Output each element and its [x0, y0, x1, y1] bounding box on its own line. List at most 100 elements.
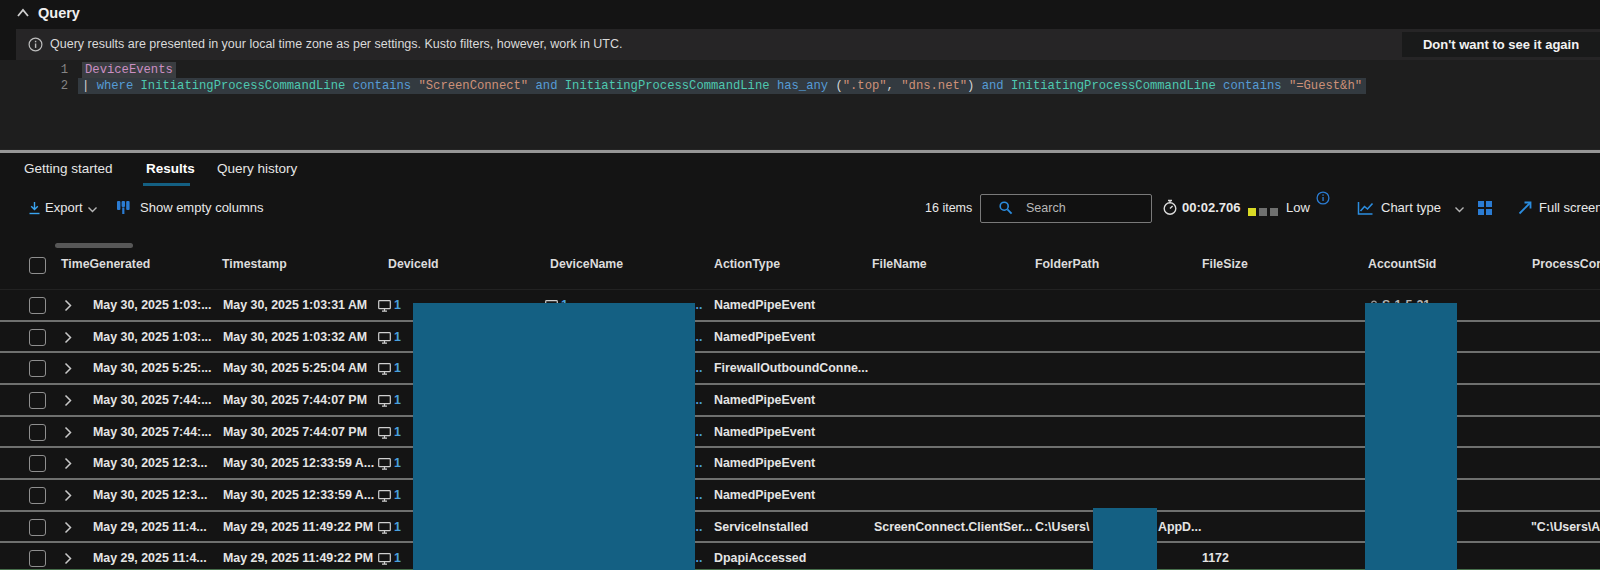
column-header-folderpath[interactable]: FolderPath	[1035, 257, 1099, 271]
active-tab-underline	[143, 183, 190, 186]
cell-timestamp: May 30, 2025 7:44:07 PM	[223, 425, 367, 439]
cell-process-command: "C:\Users\A	[1531, 520, 1600, 534]
row-checkbox[interactable]	[29, 329, 46, 346]
cell-device-id: 1	[394, 330, 401, 344]
table-row[interactable]: May 29, 2025 11:4... May 29, 2025 11:49:2…	[0, 512, 1600, 544]
cell-timestamp: May 30, 2025 12:33:59 A...	[223, 488, 374, 502]
row-expand-chevron-icon[interactable]	[64, 552, 73, 565]
query-duration: 00:02.706	[1182, 200, 1241, 215]
chart-type-chevron-icon[interactable]	[1454, 206, 1465, 213]
editor-line-number: 1	[0, 62, 68, 78]
resource-usage-label: Low	[1286, 200, 1310, 215]
chart-type-button[interactable]: Chart type	[1381, 200, 1441, 215]
cell-action-type: NamedPipeEvent	[714, 393, 815, 407]
row-checkbox[interactable]	[29, 424, 46, 441]
row-expand-chevron-icon[interactable]	[64, 457, 73, 470]
column-header-filesize[interactable]: FileSize	[1202, 257, 1248, 271]
resource-usage-block-2	[1259, 208, 1267, 216]
full-screen-button[interactable]: Full screen	[1539, 200, 1600, 215]
cell-time-generated: May 30, 2025 1:03:...	[93, 330, 211, 344]
row-expand-chevron-icon[interactable]	[64, 489, 73, 502]
select-all-checkbox[interactable]	[29, 257, 46, 274]
query-editor[interactable]: 1DeviceEvents2| where InitiatingProcessC…	[0, 60, 1600, 149]
cell-folder-path-suffix: AppD...	[1158, 520, 1201, 534]
row-checkbox[interactable]	[29, 297, 46, 314]
cell-device-id: 1	[394, 551, 401, 565]
column-header-timestamp[interactable]: Timestamp	[222, 257, 287, 271]
row-expand-chevron-icon[interactable]	[64, 426, 73, 439]
query-section-title: Query	[38, 5, 80, 21]
items-count: 16 items	[925, 201, 972, 215]
row-checkbox[interactable]	[29, 487, 46, 504]
cell-time-generated: May 30, 2025 7:44:...	[93, 393, 211, 407]
table-row[interactable]: May 30, 2025 12:3... May 30, 2025 12:33:5…	[0, 448, 1600, 480]
cell-timestamp: May 30, 2025 7:44:07 PM	[223, 393, 367, 407]
info-icon	[28, 37, 43, 52]
cell-action-type: DpapiAccessed	[714, 551, 806, 565]
row-expand-chevron-icon[interactable]	[64, 299, 73, 312]
cell-timestamp: May 30, 2025 5:25:04 AM	[223, 361, 367, 375]
resource-usage-block-1	[1248, 208, 1256, 216]
table-row[interactable]: May 30, 2025 1:03:...May 30, 2025 1:03:3…	[0, 290, 1600, 322]
cell-timestamp: May 29, 2025 11:49:22 PM	[223, 520, 373, 534]
full-screen-icon	[1517, 200, 1533, 216]
row-checkbox[interactable]	[29, 455, 46, 472]
device-icon	[378, 553, 391, 565]
cell-timestamp: May 30, 2025 12:33:59 A...	[223, 456, 374, 470]
cell-time-generated: May 30, 2025 12:3...	[93, 456, 207, 470]
column-header-processcomm[interactable]: ProcessComm	[1532, 257, 1600, 271]
table-row[interactable]: May 30, 2025 5:25:...May 30, 2025 5:25:0…	[0, 353, 1600, 385]
show-empty-columns-toggle[interactable]: Show empty columns	[140, 200, 264, 215]
table-row[interactable]: May 29, 2025 11:4...May 29, 2025 11:49:2…	[0, 543, 1600, 570]
column-header-deviceid[interactable]: DeviceId	[388, 257, 439, 271]
column-header-filename[interactable]: FileName	[872, 257, 927, 271]
cell-time-generated: May 29, 2025 11:4...	[93, 551, 207, 565]
row-checkbox[interactable]	[29, 360, 46, 377]
cell-action-type: FirewallOutboundConne...	[714, 361, 868, 375]
resource-usage-info-icon[interactable]	[1316, 191, 1330, 205]
duration-clock-icon	[1162, 199, 1178, 216]
cell-time-generated: May 29, 2025 11:4...	[93, 520, 207, 534]
table-row[interactable]: May 30, 2025 12:3... May 30, 2025 12:33:5…	[0, 480, 1600, 512]
grid-view-icon[interactable]	[1477, 200, 1494, 216]
cell-action-type: ServiceInstalled	[714, 520, 808, 534]
cell-time-generated: May 30, 2025 12:3...	[93, 488, 207, 502]
row-expand-chevron-icon[interactable]	[64, 331, 73, 344]
horizontal-scrollbar-thumb[interactable]	[55, 243, 133, 248]
row-expand-chevron-icon[interactable]	[64, 521, 73, 534]
column-header-actiontype[interactable]: ActionType	[714, 257, 780, 271]
device-icon	[378, 458, 391, 470]
row-expand-chevron-icon[interactable]	[64, 362, 73, 375]
cell-time-generated: May 30, 2025 7:44:...	[93, 425, 211, 439]
export-chevron-icon[interactable]	[87, 206, 98, 213]
cell-action-type: NamedPipeEvent	[714, 330, 815, 344]
row-checkbox[interactable]	[29, 519, 46, 536]
cell-file-size: 1172	[1202, 551, 1229, 565]
tab-results[interactable]: Results	[146, 161, 195, 176]
editor-code-line-1: DeviceEvents	[78, 62, 180, 78]
collapse-query-chevron-icon[interactable]	[16, 8, 30, 18]
row-expand-chevron-icon[interactable]	[64, 394, 73, 407]
splitter-handle[interactable]	[0, 150, 1600, 153]
column-header-devicename[interactable]: DeviceName	[550, 257, 623, 271]
cell-action-type: NamedPipeEvent	[714, 488, 815, 502]
info-bar-message: Query results are presented in your loca…	[50, 37, 622, 51]
device-icon	[378, 300, 391, 312]
export-button[interactable]: Export	[45, 200, 83, 215]
table-row[interactable]: May 30, 2025 1:03:...May 30, 2025 1:03:3…	[0, 322, 1600, 354]
dismiss-info-button[interactable]: Don't want to see it again	[1402, 32, 1600, 57]
tab-query-history[interactable]: Query history	[217, 161, 297, 176]
row-checkbox[interactable]	[29, 392, 46, 409]
search-icon	[998, 200, 1014, 216]
tab-getting-started[interactable]: Getting started	[24, 161, 113, 176]
column-header-timegenerated[interactable]: TimeGenerated	[61, 257, 150, 271]
device-icon	[378, 427, 391, 439]
column-header-accountsid[interactable]: AccountSid	[1368, 257, 1436, 271]
row-checkbox[interactable]	[29, 550, 46, 567]
table-row[interactable]: May 30, 2025 7:44:... May 30, 2025 7:44:0…	[0, 417, 1600, 449]
chart-type-icon	[1357, 200, 1374, 216]
device-icon	[378, 522, 391, 534]
device-icon	[378, 363, 391, 375]
redaction-box	[1093, 508, 1157, 570]
table-row[interactable]: May 30, 2025 7:44:... May 30, 2025 7:44:0…	[0, 385, 1600, 417]
